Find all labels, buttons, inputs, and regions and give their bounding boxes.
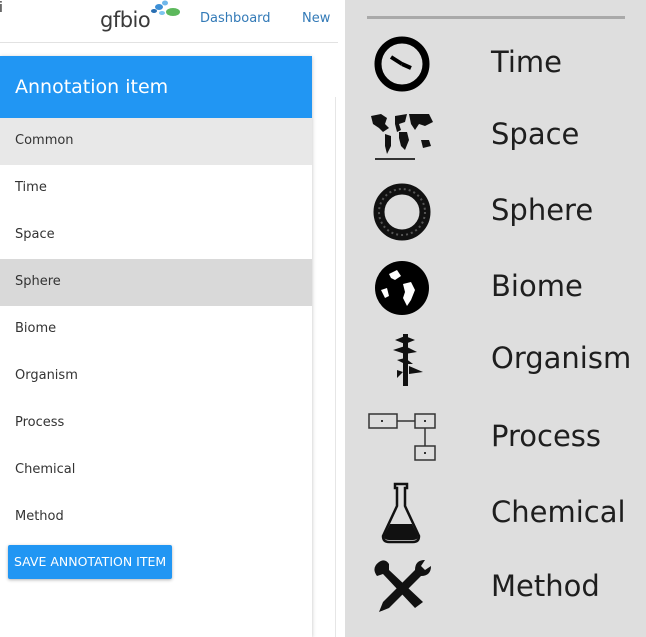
leaf-logo-icon: [151, 0, 180, 16]
menu-item-time[interactable]: Time: [0, 165, 312, 212]
globe-icon: [367, 254, 437, 318]
logo-text: gfbio: [100, 8, 151, 32]
tree-icon: [367, 326, 437, 390]
menu-item-common[interactable]: Common: [0, 118, 312, 165]
menu-item-chemical[interactable]: Chemical: [0, 447, 312, 494]
world-map-icon: [367, 102, 437, 166]
panel-title: Annotation item: [0, 56, 312, 118]
flask-icon: [367, 480, 437, 544]
stray-character: i: [0, 0, 3, 16]
content-divider: [335, 97, 336, 637]
nav-new-link[interactable]: New: [302, 11, 330, 26]
legend-label-biome: Biome: [491, 269, 583, 303]
nav-dashboard-link[interactable]: Dashboard: [200, 11, 271, 26]
left-pane: i gfbio Dashboard New Annotation item Co…: [0, 0, 338, 637]
legend-top-rule: [367, 16, 625, 19]
legend-row-biome: Biome: [345, 250, 646, 322]
legend-row-sphere: Sphere: [345, 174, 646, 246]
legend-row-chemical: Chemical: [345, 476, 646, 548]
legend-label-time: Time: [491, 45, 562, 79]
legend-label-chemical: Chemical: [491, 495, 626, 529]
ring-icon: [367, 178, 437, 242]
legend-row-organism: Organism: [345, 322, 646, 394]
legend-label-space: Space: [491, 117, 580, 151]
menu-item-biome[interactable]: Biome: [0, 306, 312, 353]
save-annotation-item-button[interactable]: SAVE ANNOTATION ITEM: [8, 545, 173, 579]
category-legend: Time Space Sphere Biome Organism Process…: [345, 0, 646, 637]
legend-label-organism: Organism: [491, 341, 632, 375]
menu-item-organism[interactable]: Organism: [0, 353, 312, 400]
tools-icon: [367, 554, 437, 618]
menu-item-process[interactable]: Process: [0, 400, 312, 447]
flow-diagram-icon: [367, 404, 437, 468]
legend-label-method: Method: [491, 569, 600, 603]
legend-label-process: Process: [491, 419, 602, 453]
menu-item-sphere[interactable]: Sphere: [0, 259, 312, 306]
legend-row-space: Space: [345, 98, 646, 170]
gfbio-logo[interactable]: gfbio: [100, 0, 182, 38]
annotation-item-panel: Annotation item Common Time Space Sphere…: [0, 56, 312, 637]
menu-item-space[interactable]: Space: [0, 212, 312, 259]
legend-row-time: Time: [345, 26, 646, 98]
top-navbar: i gfbio Dashboard New: [0, 0, 338, 43]
menu-item-method[interactable]: Method: [0, 494, 312, 541]
legend-row-method: Method: [345, 550, 646, 622]
clock-icon: [367, 30, 437, 94]
legend-row-process: Process: [345, 400, 646, 472]
legend-label-sphere: Sphere: [491, 193, 594, 227]
